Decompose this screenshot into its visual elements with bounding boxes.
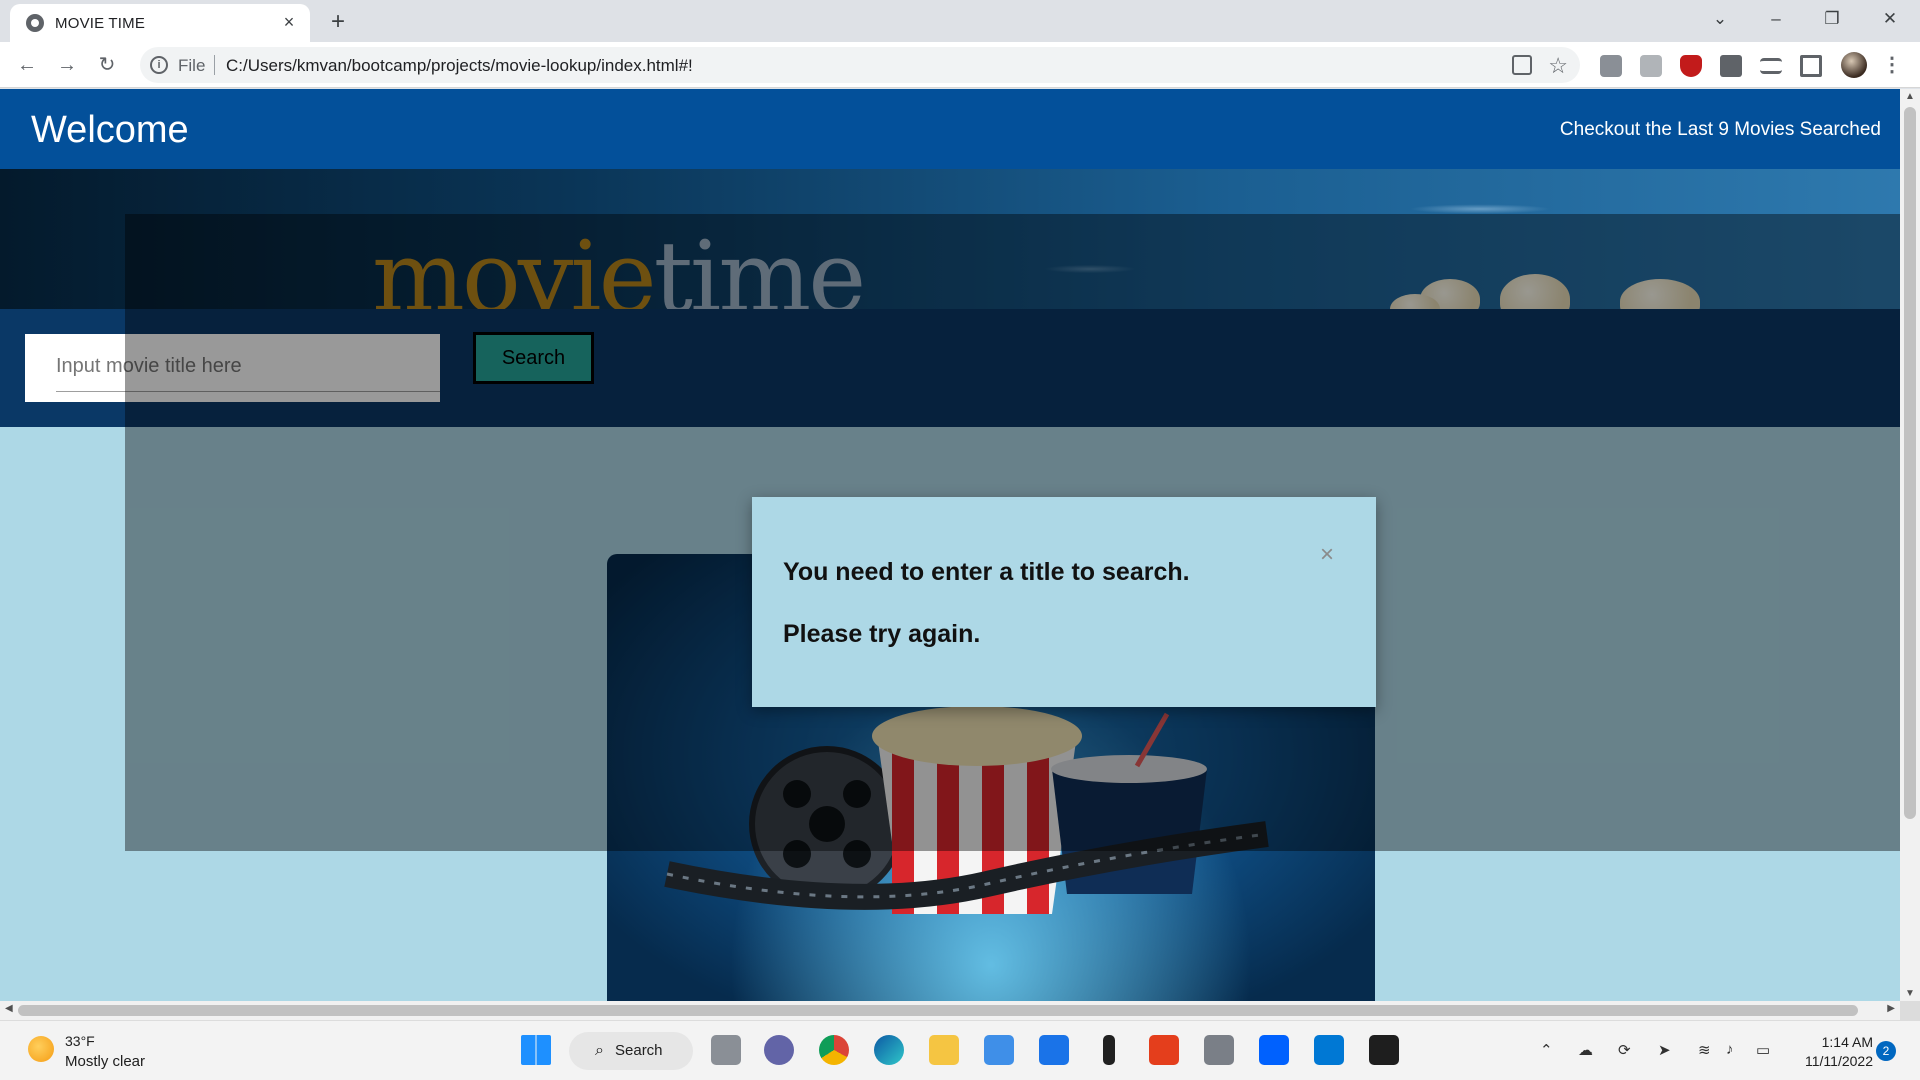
clock-time: 1:14 AM xyxy=(1821,1034,1873,1050)
volume-icon[interactable]: ♪ xyxy=(1726,1041,1734,1058)
scroll-down-arrow-icon[interactable]: ▼ xyxy=(1900,988,1920,999)
back-arrow-icon[interactable]: ← xyxy=(12,50,42,80)
side-panel-icon[interactable] xyxy=(1800,55,1822,77)
address-separator xyxy=(214,55,215,75)
modal-close-icon[interactable]: × xyxy=(1320,541,1334,569)
weather-temperature[interactable]: 33°F xyxy=(65,1033,95,1049)
location-icon[interactable]: ➤ xyxy=(1658,1041,1671,1059)
edge-icon[interactable] xyxy=(874,1035,904,1065)
recent-searches-link[interactable]: Checkout the Last 9 Movies Searched xyxy=(1560,119,1881,141)
address-scheme: File xyxy=(178,56,206,75)
weather-moon-icon[interactable] xyxy=(28,1036,54,1062)
extensions-puzzle-icon[interactable] xyxy=(1720,55,1742,77)
weather-condition[interactable]: Mostly clear xyxy=(65,1053,145,1070)
app-lightning-icon[interactable] xyxy=(1103,1035,1115,1065)
mail-icon[interactable] xyxy=(1039,1035,1069,1065)
search-icon: ⌕ xyxy=(595,1042,604,1059)
onedrive-cloud-icon[interactable]: ☁ xyxy=(1578,1041,1593,1059)
minimize-icon[interactable]: – xyxy=(1756,4,1796,34)
reload-icon[interactable]: ↻ xyxy=(92,50,122,80)
scroll-up-arrow-icon[interactable]: ▲ xyxy=(1900,91,1920,102)
extension-cube-icon[interactable] xyxy=(1600,55,1622,77)
horizontal-scroll-thumb[interactable] xyxy=(18,1005,1858,1016)
browser-tab[interactable]: MOVIE TIME × xyxy=(10,4,310,42)
tab-close-icon[interactable]: × xyxy=(278,11,300,33)
teams-chat-icon[interactable] xyxy=(764,1035,794,1065)
page-viewport: Welcome Checkout the Last 9 Movies Searc… xyxy=(0,89,1900,1001)
clock-date: 11/11/2022 xyxy=(1805,1053,1873,1069)
forward-arrow-icon[interactable]: → xyxy=(52,50,82,80)
terminal-icon[interactable] xyxy=(1369,1035,1399,1065)
extension-translate-icon[interactable] xyxy=(1640,55,1662,77)
task-view-icon[interactable] xyxy=(711,1035,741,1065)
reading-list-icon[interactable] xyxy=(1760,58,1782,74)
sync-icon[interactable]: ⟳ xyxy=(1618,1041,1631,1059)
site-navbar: Welcome Checkout the Last 9 Movies Searc… xyxy=(0,89,1900,169)
profile-avatar[interactable] xyxy=(1841,52,1867,78)
scrollbar-corner xyxy=(1900,1001,1920,1020)
notification-badge[interactable]: 2 xyxy=(1876,1041,1896,1061)
tray-overflow-chevron-icon[interactable]: ⌃ xyxy=(1540,1041,1553,1059)
browser-tab-strip: MOVIE TIME × + ⌄ – ❐ ✕ xyxy=(0,0,1920,42)
address-bar[interactable]: i File C:/Users/kmvan/bootcamp/projects/… xyxy=(140,47,1580,83)
restore-icon[interactable]: ❐ xyxy=(1812,4,1852,34)
browser-menu-icon[interactable]: ⋮ xyxy=(1882,52,1902,78)
chrome-icon[interactable] xyxy=(819,1035,849,1065)
modal-message-secondary: Please try again. xyxy=(783,620,981,648)
window-close-icon[interactable]: ✕ xyxy=(1870,4,1910,34)
ublock-shield-icon[interactable] xyxy=(1680,55,1702,77)
system-clock[interactable]: 1:14 AM 11/11/2022 xyxy=(1793,1033,1873,1071)
globe-icon xyxy=(26,14,44,32)
tab-search-chevron-icon[interactable]: ⌄ xyxy=(1700,4,1740,34)
vertical-scrollbar[interactable]: ▲ ▼ xyxy=(1900,89,1920,1001)
taskbar-search-button[interactable]: ⌕ Search xyxy=(569,1032,693,1070)
scroll-right-arrow-icon[interactable]: ▶ xyxy=(1887,1003,1895,1014)
info-icon[interactable]: i xyxy=(150,56,168,74)
dropbox-icon[interactable] xyxy=(1259,1035,1289,1065)
scroll-left-arrow-icon[interactable]: ◀ xyxy=(5,1003,13,1014)
address-url[interactable]: C:/Users/kmvan/bootcamp/projects/movie-l… xyxy=(226,56,693,76)
wifi-icon[interactable]: ≋ xyxy=(1698,1041,1711,1059)
browser-toolbar: ← → ↻ i File C:/Users/kmvan/bootcamp/pro… xyxy=(0,42,1920,88)
horizontal-scrollbar[interactable]: ◀ ▶ xyxy=(0,1001,1900,1020)
battery-icon[interactable]: ▭ xyxy=(1756,1041,1770,1059)
tab-title: MOVIE TIME xyxy=(55,15,146,32)
taskbar-search-label: Search xyxy=(615,1042,663,1059)
file-explorer-icon[interactable] xyxy=(929,1035,959,1065)
vertical-scroll-thumb[interactable] xyxy=(1904,107,1916,819)
calculator-icon[interactable] xyxy=(1204,1035,1234,1065)
site-brand[interactable]: Welcome xyxy=(31,109,189,152)
windows-start-icon[interactable] xyxy=(521,1035,551,1065)
alert-modal: You need to enter a title to search. Ple… xyxy=(752,497,1376,707)
new-tab-button[interactable]: + xyxy=(324,8,352,36)
modal-message-primary: You need to enter a title to search. xyxy=(783,558,1190,586)
share-icon[interactable] xyxy=(1512,55,1532,75)
vscode-icon[interactable] xyxy=(1314,1035,1344,1065)
windows-taskbar: 33°F Mostly clear ⌕ Search ⌃ ☁ ⟳ ➤ ≋ ♪ ▭… xyxy=(0,1020,1920,1080)
office-icon[interactable] xyxy=(1149,1035,1179,1065)
microsoft-store-icon[interactable] xyxy=(984,1035,1014,1065)
bookmark-star-icon[interactable]: ☆ xyxy=(1548,53,1568,79)
